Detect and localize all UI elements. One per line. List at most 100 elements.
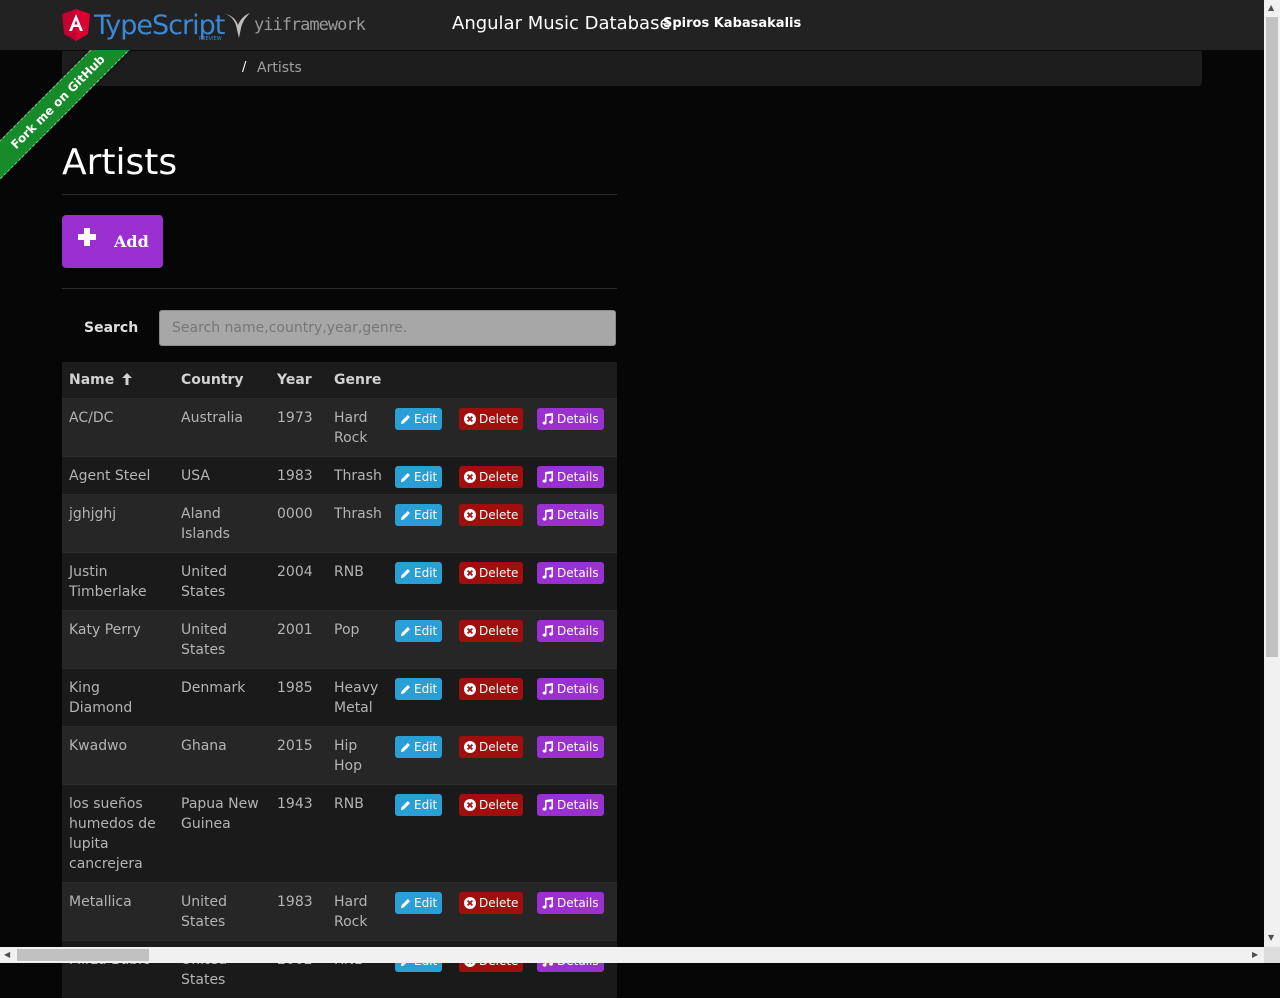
remove-circle-icon <box>464 625 476 637</box>
divider <box>62 194 617 195</box>
artist-genre-cell: Thrash <box>327 457 395 495</box>
delete-cell: Delete <box>459 611 537 669</box>
artist-genre-cell: Hard Rock <box>327 883 395 941</box>
pencil-icon <box>400 510 411 521</box>
horizontal-scrollbar-thumb[interactable] <box>17 949 149 961</box>
pencil-icon <box>400 414 411 425</box>
delete-button[interactable]: Delete <box>459 466 523 488</box>
artist-name-cell: Justin Timberlake <box>62 553 174 611</box>
details-button[interactable]: Details <box>537 892 604 914</box>
table-row: Justin TimberlakeUnited States2004RNBEdi… <box>62 553 617 611</box>
details-button[interactable]: Details <box>537 678 604 700</box>
table-row: los sueños humedos de lupita cancrejeraP… <box>62 785 617 883</box>
edit-cell: Edit <box>395 495 459 553</box>
details-button-label: Details <box>557 621 599 641</box>
edit-button[interactable]: Edit <box>395 504 442 526</box>
details-cell: Details <box>537 785 617 883</box>
edit-button[interactable]: Edit <box>395 562 442 584</box>
delete-cell: Delete <box>459 457 537 495</box>
edit-button[interactable]: Edit <box>395 678 442 700</box>
details-button[interactable]: Details <box>537 408 604 430</box>
details-button[interactable]: Details <box>537 562 604 584</box>
pencil-icon <box>400 684 411 695</box>
column-header-genre[interactable]: Genre <box>327 362 395 399</box>
add-button-label: Add <box>114 232 149 251</box>
table-row: King DiamondDenmark1985Heavy MetalEditDe… <box>62 669 617 727</box>
scroll-right-arrow-icon[interactable]: ▶ <box>1252 951 1258 959</box>
edit-cell: Edit <box>395 611 459 669</box>
edit-button-label: Edit <box>414 563 437 583</box>
music-note-icon <box>542 897 554 909</box>
artist-country-cell: Aland Islands <box>174 495 270 553</box>
scroll-left-arrow-icon[interactable]: ◀ <box>4 951 10 959</box>
edit-button[interactable]: Edit <box>395 736 442 758</box>
search-input[interactable] <box>159 310 616 346</box>
yii-logo[interactable]: yiiframework <box>222 10 365 40</box>
column-header-name[interactable]: Name <box>62 362 174 399</box>
delete-button-label: Delete <box>479 505 518 525</box>
artist-name-cell: los sueños humedos de lupita cancrejera <box>62 785 174 883</box>
delete-button[interactable]: Delete <box>459 504 523 526</box>
artist-year-cell: 2004 <box>270 553 327 611</box>
details-button[interactable]: Details <box>537 794 604 816</box>
edit-button-label: Edit <box>414 467 437 487</box>
delete-cell: Delete <box>459 399 537 457</box>
artist-year-cell: 1983 <box>270 457 327 495</box>
edit-button[interactable]: Edit <box>395 620 442 642</box>
details-button[interactable]: Details <box>537 504 604 526</box>
artist-country-cell: Papua New Guinea <box>174 785 270 883</box>
music-note-icon <box>542 799 554 811</box>
details-button-label: Details <box>557 737 599 757</box>
edit-button[interactable]: Edit <box>395 892 442 914</box>
column-header-country[interactable]: Country <box>174 362 270 399</box>
delete-button[interactable]: Delete <box>459 794 523 816</box>
horizontal-scrollbar[interactable] <box>0 947 1264 963</box>
delete-button[interactable]: Delete <box>459 736 523 758</box>
table-row: jghjghjAland Islands0000ThrashEditDelete… <box>62 495 617 553</box>
artist-name-cell: Agent Steel <box>62 457 174 495</box>
delete-button-label: Delete <box>479 679 518 699</box>
pencil-icon <box>400 742 411 753</box>
scroll-down-arrow-icon[interactable]: ▼ <box>1268 934 1274 942</box>
music-note-icon <box>542 567 554 579</box>
angular-shield-icon <box>62 9 90 41</box>
delete-button[interactable]: Delete <box>459 892 523 914</box>
remove-circle-icon <box>464 471 476 483</box>
vertical-scrollbar-thumb[interactable] <box>1266 17 1278 657</box>
details-button-label: Details <box>557 563 599 583</box>
details-button[interactable]: Details <box>537 736 604 758</box>
brand-title[interactable]: Angular Music Database <box>452 13 671 34</box>
edit-cell: Edit <box>395 669 459 727</box>
delete-button[interactable]: Delete <box>459 562 523 584</box>
remove-circle-icon <box>464 799 476 811</box>
delete-cell: Delete <box>459 727 537 785</box>
details-button[interactable]: Details <box>537 466 604 488</box>
scroll-up-arrow-icon[interactable]: ▲ <box>1268 4 1274 12</box>
table-row: Katy PerryUnited States2001PopEditDelete… <box>62 611 617 669</box>
author-link[interactable]: Spiros Kabasakalis <box>663 16 801 31</box>
delete-button[interactable]: Delete <box>459 620 523 642</box>
delete-cell: Delete <box>459 669 537 727</box>
edit-button[interactable]: Edit <box>395 408 442 430</box>
remove-circle-icon <box>464 683 476 695</box>
delete-button[interactable]: Delete <box>459 678 523 700</box>
details-button-label: Details <box>557 505 599 525</box>
remove-circle-icon <box>464 567 476 579</box>
artist-name-cell: jghjghj <box>62 495 174 553</box>
edit-button-label: Edit <box>414 505 437 525</box>
edit-button-label: Edit <box>414 621 437 641</box>
edit-button[interactable]: Edit <box>395 794 442 816</box>
column-header-year[interactable]: Year <box>270 362 327 399</box>
details-button[interactable]: Details <box>537 620 604 642</box>
add-artist-button[interactable]: Add <box>62 215 163 268</box>
delete-button-label: Delete <box>479 621 518 641</box>
artists-table: Name Country Year Genre AC/DCAustralia19… <box>62 362 617 998</box>
delete-button-label: Delete <box>479 563 518 583</box>
delete-button[interactable]: Delete <box>459 408 523 430</box>
table-row: KwadwoGhana2015Hip HopEditDeleteDetails <box>62 727 617 785</box>
sort-ascending-icon <box>122 373 132 385</box>
plus-icon <box>78 228 96 246</box>
details-button-label: Details <box>557 409 599 429</box>
edit-button[interactable]: Edit <box>395 466 442 488</box>
artist-country-cell: United States <box>174 611 270 669</box>
